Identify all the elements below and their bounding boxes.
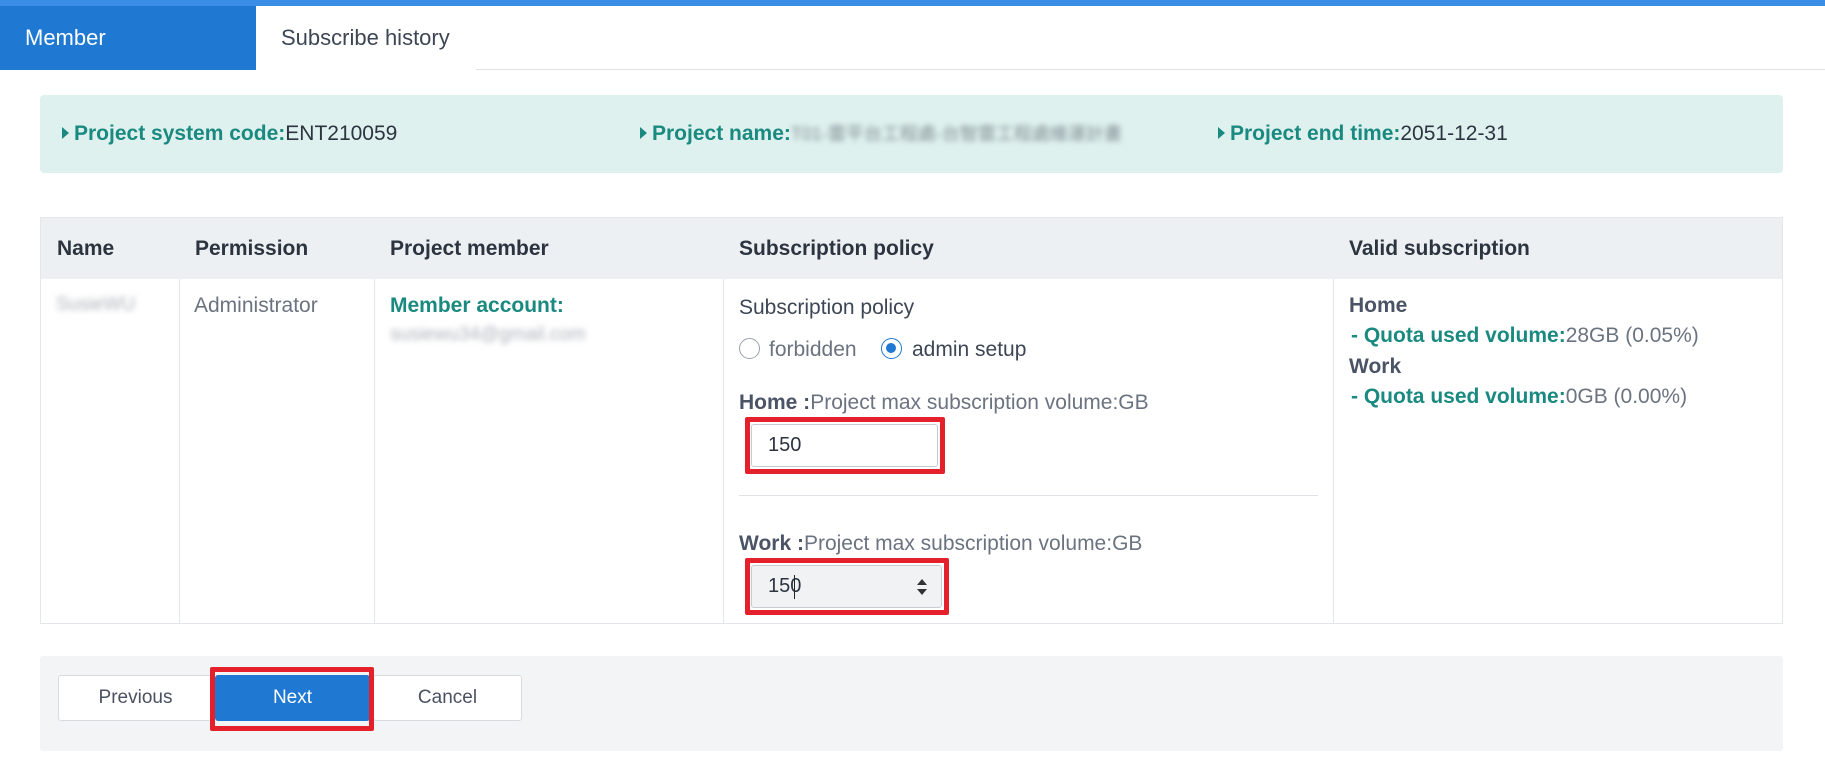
next-button-highlight — [210, 667, 374, 731]
valid-work-quota: - Quota used volume:0GB (0.00%) — [1351, 385, 1688, 408]
radio-admin-setup-label[interactable]: admin setup — [912, 338, 1026, 362]
caret-right-icon — [640, 127, 647, 139]
column-divider — [1333, 279, 1334, 623]
header-subscription-policy: Subscription policy — [739, 237, 934, 260]
member-account-label: Member account: — [390, 294, 564, 317]
tab-subscribe-history[interactable]: Subscribe history — [256, 6, 476, 70]
tab-member-management[interactable]: Member management — [0, 6, 256, 114]
caret-right-icon — [62, 127, 69, 139]
radio-forbidden[interactable] — [739, 338, 760, 359]
member-permission: Administrator — [194, 294, 318, 317]
header-permission: Permission — [195, 237, 309, 260]
project-end-time: Project end time:2051-12-31 — [1218, 95, 1508, 173]
valid-home-quota: - Quota used volume:28GB (0.05%) — [1351, 324, 1699, 347]
work-input-highlight — [745, 558, 949, 615]
column-divider — [723, 279, 724, 623]
home-volume-label: Home :Project max subscription volume:GB — [739, 391, 1149, 414]
radio-admin-setup[interactable] — [881, 338, 902, 359]
home-input-highlight — [745, 417, 945, 474]
valid-work-title: Work — [1349, 355, 1402, 378]
member-account-value: susiewu34@gmail.com — [390, 324, 586, 345]
radio-forbidden-label[interactable]: forbidden — [769, 338, 857, 362]
project-name-value: T01-雲平台工程處-台智雲工程處維運計畫 — [790, 124, 1122, 144]
cancel-button[interactable]: Cancel — [373, 675, 522, 721]
column-divider — [179, 279, 180, 623]
header-name: Name — [57, 237, 115, 260]
project-info-bar: Project system code:ENT210059 Project na… — [40, 95, 1783, 173]
header-project-member: Project member — [390, 237, 549, 260]
work-volume-label: Work :Project max subscription volume:GB — [739, 532, 1143, 555]
project-system-code: Project system code:ENT210059 — [62, 95, 397, 173]
policy-title: Subscription policy — [739, 296, 915, 319]
section-divider — [739, 495, 1318, 496]
column-divider — [374, 279, 375, 623]
header-valid-subscription: Valid subscription — [1349, 237, 1530, 260]
caret-right-icon — [1218, 127, 1225, 139]
member-name: SusieWU — [56, 294, 136, 315]
table-header: Name Permission Project member Subscript… — [41, 218, 1782, 279]
previous-button[interactable]: Previous — [58, 675, 213, 721]
project-name: Project name:T01-雲平台工程處-台智雲工程處維運計畫 — [640, 95, 1122, 173]
tab-bar: Member management Subscribe history — [0, 6, 1825, 114]
valid-home-title: Home — [1349, 294, 1408, 317]
